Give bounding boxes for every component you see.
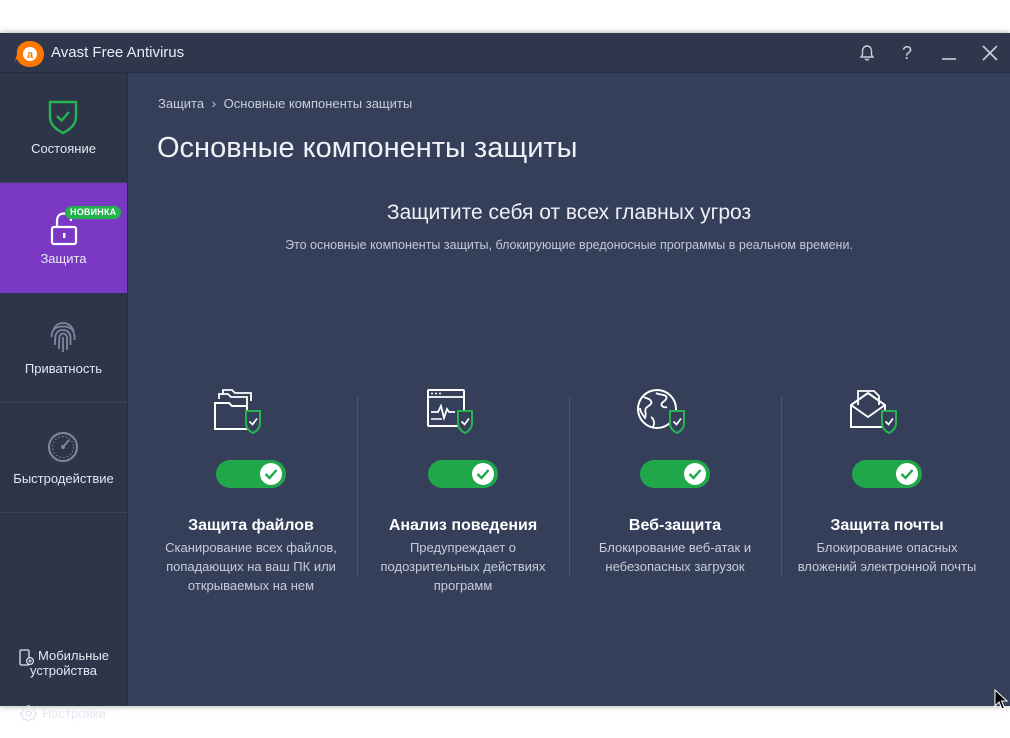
mouse-pointer-icon [994,689,1008,710]
title-bar: a Avast Free Antivirus ? [0,33,1010,73]
help-icon: ? [902,43,913,63]
subheadline: Это основные компоненты защиты, блокирую… [285,238,853,252]
component-title: Анализ поведения [388,517,538,534]
breadcrumb-current: Основные компоненты защиты [223,96,413,111]
component-description: Сканирование всех файлов, попадающих на … [165,540,337,593]
mobile-devices-label-line2: устройства [30,663,97,678]
component-title: Веб-защита [628,517,722,534]
app-title: Avast Free Antivirus [51,44,185,61]
main-content: Защита › Основные компоненты защиты Осно… [128,73,1010,706]
mobile-devices-label-line1: Мобильные [38,648,110,663]
sidebar-item-label: Защита [40,251,87,266]
component-card-web-shield: Веб-защита Блокирование веб-атак и небез… [569,383,781,603]
check-icon [476,469,490,480]
component-card-behavior-shield: Анализ поведения Предупреждает о подозри… [357,383,569,603]
headline: Защитите себя от всех главных угроз [386,201,752,224]
app-window: a Avast Free Antivirus ? Состояние НОВИН… [0,33,1010,722]
component-description: Блокирование опасных вложений электронно… [797,540,977,574]
envelope-shield-icon [850,390,897,435]
breadcrumb-root-link[interactable]: Защита [158,96,204,111]
breadcrumb-separator: › [211,96,217,111]
component-card-file-shield: Защита файлов Сканирование всех файлов, … [145,383,357,603]
web-shield-toggle[interactable] [640,460,710,488]
component-description: Блокирование веб-атак и небезопасных заг… [598,540,752,574]
sidebar-item-label: Состояние [31,141,96,156]
help-button[interactable]: ? [897,42,919,64]
fingerprint-icon [50,322,76,352]
folder-shield-icon [214,389,261,435]
minimize-button[interactable] [938,42,960,64]
new-badge: НОВИНКА [65,206,122,219]
component-description: Предупреждает о подозрительных действиях… [380,540,546,593]
check-icon [688,469,702,480]
toggle-knob [472,463,494,485]
sidebar-item-performance[interactable]: Быстродействие [0,403,127,513]
mail-shield-toggle[interactable] [852,460,922,488]
gear-icon [20,705,37,722]
sidebar-item-privacy[interactable]: Приватность [0,293,127,403]
check-icon [264,469,278,480]
minimize-icon [942,58,956,60]
sidebar-item-label: Быстродействие [13,471,114,486]
bell-icon [859,45,875,61]
toggle-knob [260,463,282,485]
toggle-knob [896,463,918,485]
globe-shield-icon [637,389,685,435]
svg-text:a: a [27,49,34,61]
component-title: Защита почты [830,517,944,534]
toggle-knob [684,463,706,485]
behavior-shield-toggle[interactable] [428,460,498,488]
window-pulse-icon [427,389,473,435]
file-shield-toggle[interactable] [216,460,286,488]
avast-logo-icon: a [15,41,44,67]
sidebar-item-status[interactable]: Состояние [0,73,127,183]
settings-label: Настройки [42,706,106,721]
component-title: Защита файлов [188,517,314,534]
notifications-button[interactable] [856,42,878,64]
sidebar-item-label: Приватность [24,361,103,376]
sidebar: Состояние НОВИНКА Защита Приватность Быс… [0,73,128,722]
breadcrumb: Защита › Основные компоненты защиты [158,96,412,112]
close-button[interactable] [979,42,1001,64]
shield-check-icon [48,100,78,135]
speedometer-icon [48,432,78,462]
close-icon [982,45,998,61]
page-title: Основные компоненты защиты [157,132,578,164]
check-icon [900,469,914,480]
component-card-mail-shield: Защита почты Блокирование опасных вложен… [781,383,993,603]
sidebar-item-protection[interactable]: НОВИНКА Защита [0,183,127,293]
